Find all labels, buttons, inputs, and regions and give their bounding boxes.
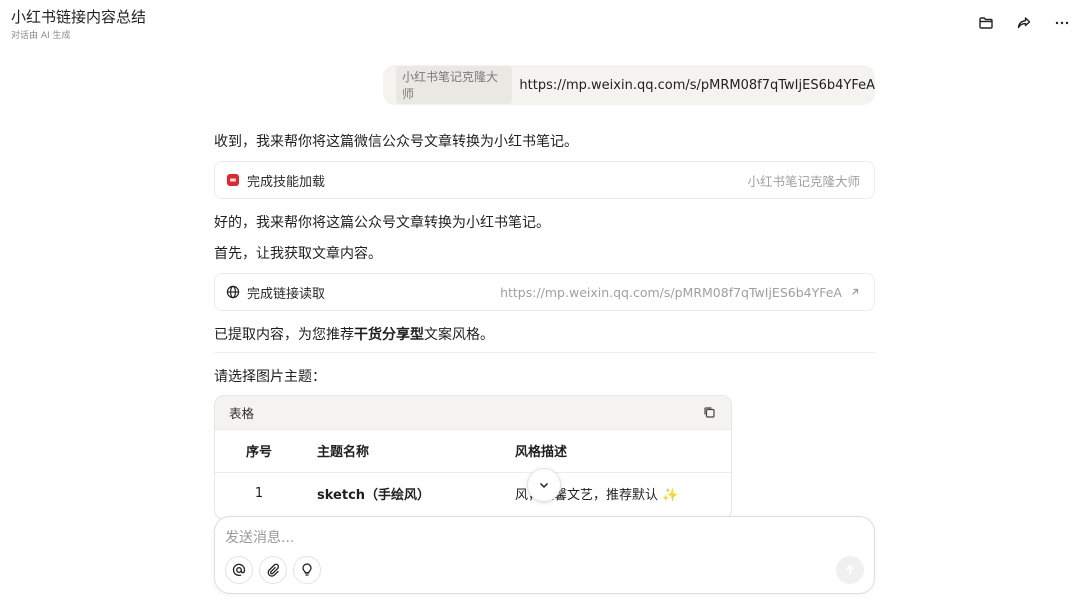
user-message-text: https://mp.weixin.qq.com/s/pMRM08f7qTwIj… [519,77,875,93]
page-subtitle: 对话由 AI 生成 [11,31,71,41]
assistant-line-3: 首先，让我获取文章内容。 [214,246,382,262]
recommend-text: 已提取内容，为您推荐干货分享型文案风格。 [214,324,494,344]
row-theme-text: sketch（手绘风） [317,487,431,503]
recommend-suffix: 文案风格。 [424,327,494,343]
col-header-index: 序号 [215,430,303,473]
recommend-prefix: 已提取内容，为您推荐 [214,327,354,343]
table-header-bar: 表格 [215,396,731,430]
arrow-up-icon [845,564,855,574]
skill-tag[interactable]: 小红书笔记克隆大师 [396,66,513,104]
scroll-down-button[interactable] [527,468,561,502]
message-composer [214,516,875,594]
folder-icon[interactable] [975,12,997,34]
row-index: 1 [254,485,264,501]
skill-load-card[interactable]: 完成技能加载 小红书笔记克隆大师 [214,161,875,199]
skill-load-label: 完成技能加载 [247,174,326,190]
row-style-prefix: 风 [515,487,529,503]
share-icon[interactable] [1013,12,1035,34]
at-icon [232,563,246,577]
link-read-card[interactable]: 完成链接读取 https://mp.weixin.qq.com/s/pMRM08… [214,273,875,311]
copy-icon[interactable] [701,405,717,421]
chevron-down-icon [539,482,549,489]
table-header-row: 序号 主题名称 风格描述 [215,430,731,473]
lightbulb-icon [302,563,312,576]
choose-theme-text: 请选择图片主题： [214,369,326,385]
page-title: 小红书链接内容总结 [11,8,147,26]
external-link-icon [852,288,859,295]
assistant-line-2: 好的，我来帮你将这篇公众号文章转换为小红书笔记。 [214,215,550,231]
message-input[interactable] [225,527,825,549]
app-header: 小红书链接内容总结 对话由 AI 生成 [0,0,1080,48]
table-row: 1 sketch（手绘风） 风，温馨文艺，推荐默认 ✨ [215,472,731,514]
row-style-text: 温馨文艺，推荐默认 ✨ [541,487,679,503]
recommend-style: 干货分享型 [354,327,424,343]
col-header-theme: 主题名称 [303,430,515,473]
table-label: 表格 [229,406,255,421]
send-button[interactable] [836,556,864,584]
theme-table: 表格 序号 主题名称 风格描述 1 sketch（手绘风） 风，温馨文艺，推荐默… [214,395,732,520]
skill-load-name: 小红书笔记克隆大师 [747,173,860,189]
theme-table-grid: 序号 主题名称 风格描述 1 sketch（手绘风） 风，温馨文艺，推荐默认 ✨ [215,430,731,514]
link-read-label: 完成链接读取 [247,286,326,302]
attach-button[interactable] [259,556,287,584]
assistant-intro: 收到，我来帮你将这篇微信公众号文章转换为小红书笔记。 [214,134,578,150]
col-header-style: 风格描述 [515,430,731,473]
idea-button[interactable] [293,556,321,584]
link-read-url[interactable]: https://mp.weixin.qq.com/s/pMRM08f7qTwIj… [500,285,842,300]
skill-app-icon [226,173,240,187]
link-read-url-wrap: https://mp.weixin.qq.com/s/pMRM08f7qTwIj… [500,285,860,300]
globe-icon [226,285,240,299]
divider [214,352,875,353]
row-theme: sketch（手绘风） [303,472,515,514]
user-message-bubble: 小红书笔记克隆大师 https://mp.weixin.qq.com/s/pMR… [383,65,875,105]
paperclip-icon [267,563,279,577]
mention-button[interactable] [225,556,253,584]
more-icon[interactable] [1051,12,1073,34]
